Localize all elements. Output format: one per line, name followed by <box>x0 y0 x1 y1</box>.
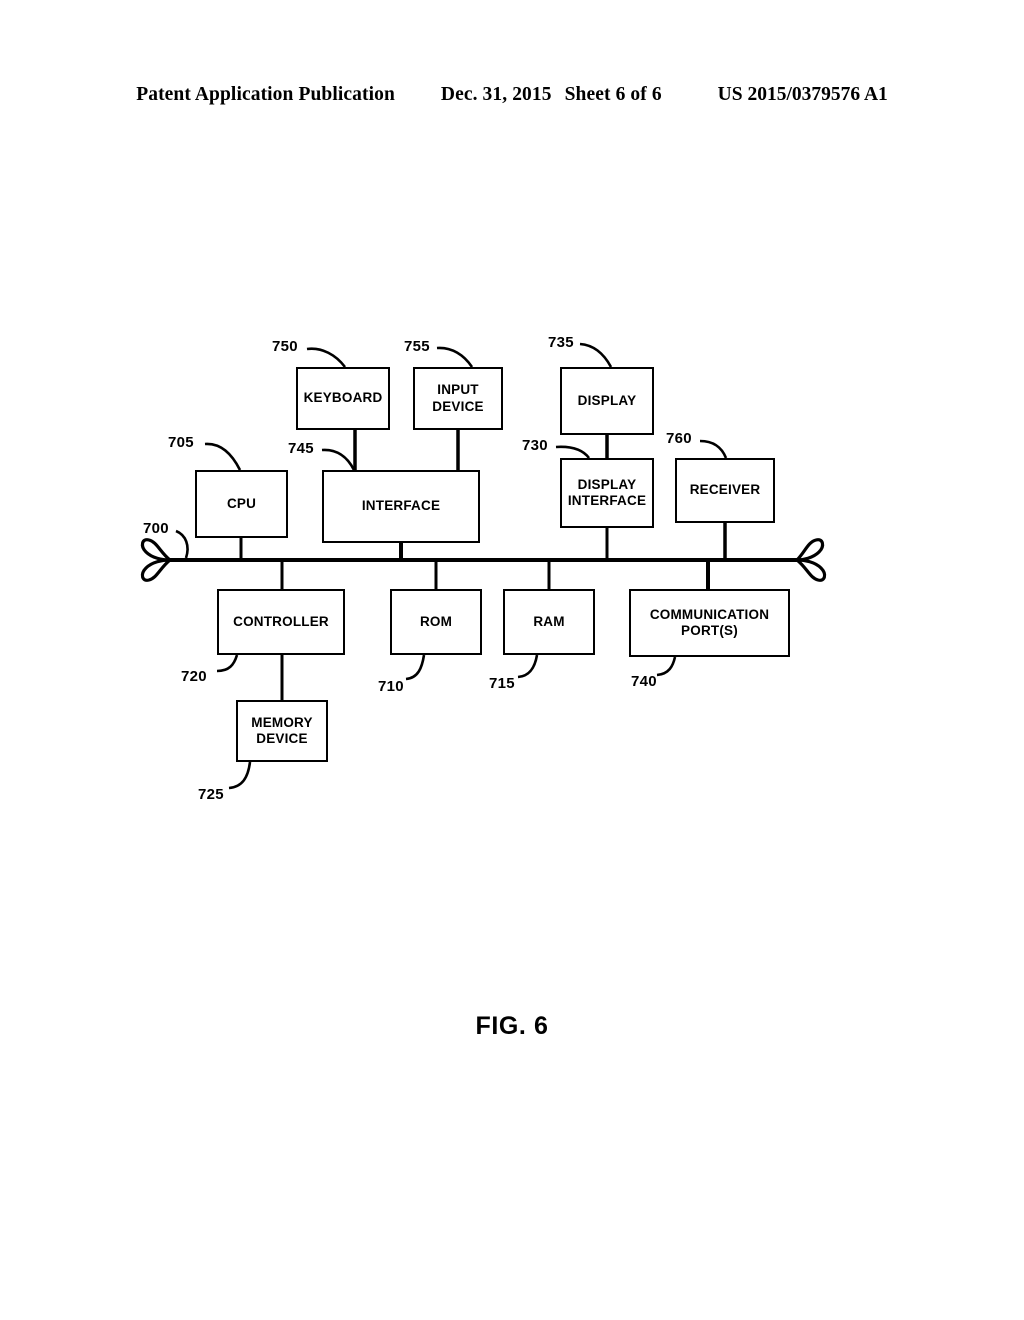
bus-break-right <box>794 538 827 582</box>
block-label-ram: RAM <box>533 613 565 629</box>
block-label-display-interface-line2: INTERFACE <box>567 493 647 508</box>
block-label-rom: ROM <box>419 613 453 629</box>
lead-line-700 <box>175 529 189 559</box>
block-label-input-device: INPUT DEVICE <box>424 382 491 415</box>
block-label-display-interface-line1: DISPLAY <box>577 476 637 492</box>
ref-numeral-760: 760 <box>666 430 692 447</box>
ref-numeral-750: 750 <box>272 338 298 355</box>
block-label-input-device-line1: INPUT <box>437 382 479 398</box>
ref-numeral-705: 705 <box>168 434 194 451</box>
diagram-lines-layer <box>140 342 827 790</box>
lead-line-715 <box>517 654 539 679</box>
block-label-memory-device: MEMORY DEVICE <box>243 715 320 748</box>
block-label-communication-ports: COMMUNICATION PORT(S) <box>642 607 777 640</box>
block-label-display-interface: DISPLAY INTERFACE <box>560 477 654 510</box>
ref-numeral-745: 745 <box>288 440 314 457</box>
ref-numeral-715: 715 <box>489 675 515 692</box>
block-label-keyboard: KEYBOARD <box>303 390 383 406</box>
block-controller: CONTROLLER <box>217 589 345 655</box>
lead-line-720 <box>216 654 239 673</box>
lead-line-705 <box>204 442 242 471</box>
block-label-interface: INTERFACE <box>361 498 441 514</box>
ref-numeral-710: 710 <box>378 678 404 695</box>
block-interface: INTERFACE <box>322 470 480 543</box>
ref-numeral-720: 720 <box>181 668 207 685</box>
block-label-input-device-line2: DEVICE <box>432 398 484 414</box>
block-label-display: DISPLAY <box>577 392 637 408</box>
ref-numeral-735: 735 <box>548 334 574 351</box>
lead-line-740 <box>656 656 677 677</box>
block-label-controller: CONTROLLER <box>233 613 329 629</box>
block-label-memory-device-line1: MEMORY <box>251 714 313 730</box>
block-communication-ports: COMMUNICATION PORT(S) <box>629 589 790 657</box>
lead-line-730 <box>555 445 591 459</box>
block-cpu: CPU <box>195 470 288 538</box>
block-display: DISPLAY <box>560 367 654 435</box>
lead-line-750 <box>306 347 347 368</box>
block-receiver: RECEIVER <box>675 458 775 523</box>
block-label-receiver: RECEIVER <box>689 482 761 498</box>
bus-break-left <box>140 538 173 582</box>
lead-line-735 <box>579 342 613 368</box>
figure-caption: FIG. 6 <box>475 1012 549 1040</box>
block-rom: ROM <box>390 589 482 655</box>
block-label-cpu: CPU <box>226 495 257 511</box>
block-input-device: INPUT DEVICE <box>413 367 503 430</box>
ref-numeral-755: 755 <box>404 338 430 355</box>
lead-line-725 <box>228 761 252 790</box>
lead-line-760 <box>699 439 728 459</box>
ref-numeral-700: 700 <box>143 520 169 537</box>
lead-line-710 <box>405 654 426 681</box>
figure-6-block-diagram: KEYBOARD INPUT DEVICE DISPLAY CPU INTERF… <box>0 0 1024 1320</box>
ref-numeral-730: 730 <box>522 437 548 454</box>
block-ram: RAM <box>503 589 595 655</box>
block-label-communication-ports-line1: COMMUNICATION <box>649 606 770 622</box>
block-memory-device: MEMORY DEVICE <box>236 700 328 762</box>
ref-numeral-740: 740 <box>631 673 657 690</box>
lead-line-755 <box>436 346 474 368</box>
ref-numeral-725: 725 <box>198 786 224 803</box>
block-keyboard: KEYBOARD <box>296 367 390 430</box>
lead-line-745 <box>321 448 356 471</box>
block-label-memory-device-line2: DEVICE <box>256 731 308 746</box>
block-display-interface: DISPLAY INTERFACE <box>560 458 654 528</box>
block-label-communication-ports-line2: PORT(S) <box>681 623 738 638</box>
